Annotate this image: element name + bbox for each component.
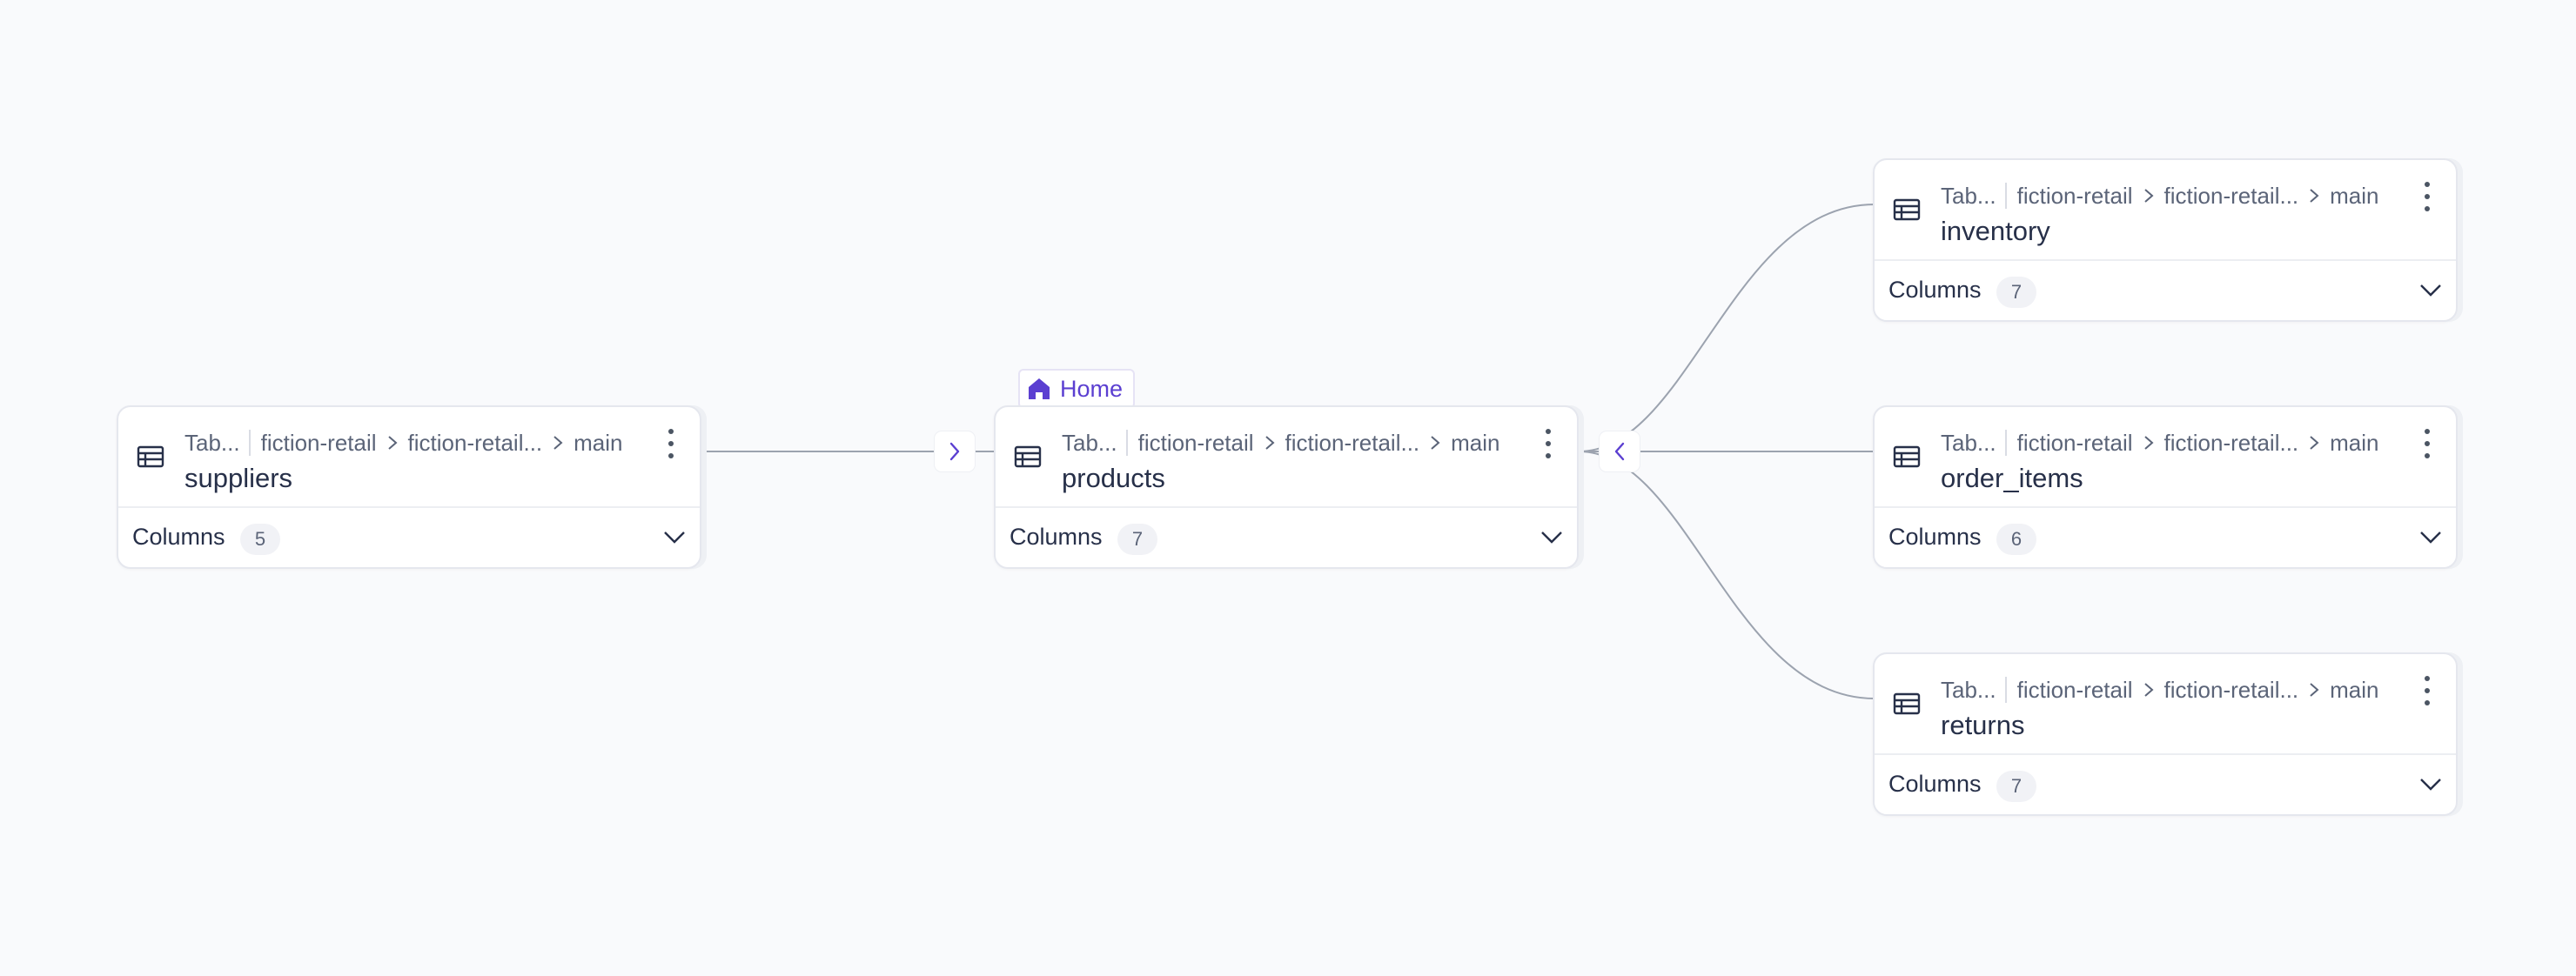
catalog-crumb[interactable]: fiction-retail (2017, 677, 2133, 704)
node-header: Tab... fiction-retail fiction-retail... … (118, 407, 700, 506)
node-title[interactable]: order_items (1941, 463, 2083, 494)
home-tag: Home (1018, 369, 1136, 409)
more-options-icon[interactable] (1542, 426, 1554, 461)
chevron-right-icon (387, 436, 398, 450)
chevron-down-icon (2420, 531, 2441, 544)
schema-crumb[interactable]: fiction-retail... (2164, 677, 2299, 704)
more-options-icon[interactable] (2421, 426, 2433, 461)
table-icon (1014, 445, 1042, 468)
branch-crumb[interactable]: main (574, 430, 622, 457)
chevron-down-icon (2420, 779, 2441, 791)
node-title[interactable]: suppliers (184, 463, 292, 494)
node-title[interactable]: returns (1941, 710, 2024, 741)
edge-products-returns (1578, 451, 1875, 699)
schema-crumb[interactable]: fiction-retail... (408, 430, 543, 457)
chevron-right-icon (2310, 436, 2319, 450)
more-options-icon[interactable] (665, 426, 677, 461)
node-title[interactable]: inventory (1941, 216, 2050, 247)
expand-upstream-button[interactable] (935, 431, 975, 471)
breadcrumb: Tab... fiction-retail fiction-retail... … (1941, 675, 2379, 705)
type-label: Tab... (184, 429, 240, 456)
columns-toggle[interactable]: Columns 7 (1875, 261, 2456, 322)
chevron-right-icon (2310, 189, 2319, 203)
breadcrumb: Tab... fiction-retail fiction-retail... … (1941, 428, 2379, 458)
more-options-icon[interactable] (2421, 673, 2433, 708)
columns-count-badge: 6 (1996, 524, 2036, 555)
type-label: Tab... (1062, 429, 1117, 456)
chevron-right-icon (2310, 683, 2319, 697)
chevron-right-icon (2143, 683, 2154, 697)
columns-label: Columns (1010, 524, 1103, 550)
node-header: Tab... fiction-retail fiction-retail... … (1875, 654, 2456, 753)
branch-crumb[interactable]: main (2330, 430, 2378, 457)
table-icon (1893, 445, 1921, 468)
schema-crumb[interactable]: fiction-retail... (2164, 430, 2299, 457)
chevron-down-icon (664, 531, 685, 544)
node-header: Tab... fiction-retail fiction-retail... … (1875, 407, 2456, 506)
columns-toggle[interactable]: Columns 7 (1875, 755, 2456, 816)
table-icon (1893, 198, 1921, 221)
columns-count-badge: 7 (1996, 771, 2036, 802)
breadcrumb: Tab... fiction-retail fiction-retail... … (1062, 428, 1500, 458)
catalog-crumb[interactable]: fiction-retail (261, 430, 377, 457)
columns-label: Columns (1888, 524, 1982, 550)
columns-toggle[interactable]: Columns 5 (118, 508, 700, 569)
chevron-left-icon (1614, 442, 1625, 461)
breadcrumb: Tab... fiction-retail fiction-retail... … (184, 428, 623, 458)
node-order-items[interactable]: Tab... fiction-retail fiction-retail... … (1873, 405, 2458, 569)
node-suppliers[interactable]: Tab... fiction-retail fiction-retail... … (117, 405, 701, 569)
columns-label: Columns (1888, 277, 1982, 303)
catalog-crumb[interactable]: fiction-retail (1138, 430, 1254, 457)
node-header: Tab... fiction-retail fiction-retail... … (996, 407, 1577, 506)
home-icon (1029, 378, 1050, 399)
columns-count-badge: 7 (1996, 277, 2036, 308)
type-label: Tab... (1941, 182, 1996, 209)
type-label: Tab... (1941, 676, 1996, 703)
edge-products-inventory (1578, 204, 1875, 452)
node-products[interactable]: Tab... fiction-retail fiction-retail... … (994, 405, 1579, 569)
node-inventory[interactable]: Tab... fiction-retail fiction-retail... … (1873, 158, 2458, 322)
separator (2004, 677, 2007, 703)
node-header: Tab... fiction-retail fiction-retail... … (1875, 160, 2456, 259)
chevron-down-icon (1541, 531, 1562, 544)
columns-label: Columns (1888, 771, 1982, 797)
columns-toggle[interactable]: Columns 6 (1875, 508, 2456, 569)
schema-crumb[interactable]: fiction-retail... (1285, 430, 1420, 457)
separator (2004, 430, 2007, 456)
catalog-crumb[interactable]: fiction-retail (2017, 183, 2133, 210)
columns-toggle[interactable]: Columns 7 (996, 508, 1577, 569)
collapse-downstream-button[interactable] (1600, 431, 1640, 471)
separator (2004, 183, 2007, 209)
catalog-crumb[interactable]: fiction-retail (2017, 430, 2133, 457)
branch-crumb[interactable]: main (2330, 677, 2378, 704)
columns-label: Columns (132, 524, 225, 550)
chevron-right-icon (553, 436, 563, 450)
separator (248, 430, 251, 456)
type-label: Tab... (1941, 429, 1996, 456)
columns-count-badge: 5 (240, 524, 280, 555)
more-options-icon[interactable] (2421, 179, 2433, 214)
chevron-right-icon (2143, 189, 2154, 203)
chevron-right-icon (949, 442, 960, 461)
columns-count-badge: 7 (1117, 524, 1157, 555)
chevron-down-icon (2420, 284, 2441, 297)
breadcrumb: Tab... fiction-retail fiction-retail... … (1941, 181, 2379, 211)
chevron-right-icon (1265, 436, 1275, 450)
separator (1125, 430, 1128, 456)
schema-crumb[interactable]: fiction-retail... (2164, 183, 2299, 210)
branch-crumb[interactable]: main (2330, 183, 2378, 210)
node-title[interactable]: products (1062, 463, 1165, 494)
table-icon (137, 445, 164, 468)
home-tag-label: Home (1060, 375, 1124, 402)
chevron-right-icon (1431, 436, 1440, 450)
node-returns[interactable]: Tab... fiction-retail fiction-retail... … (1873, 652, 2458, 816)
branch-crumb[interactable]: main (1451, 430, 1499, 457)
table-icon (1893, 692, 1921, 715)
chevron-right-icon (2143, 436, 2154, 450)
